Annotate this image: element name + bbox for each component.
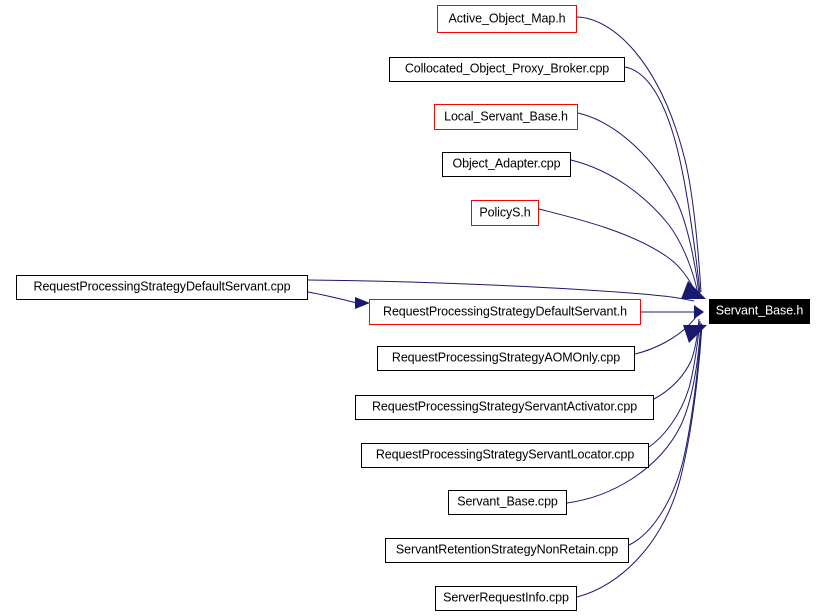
- graph-node-label: Active_Object_Map.h: [448, 11, 566, 26]
- graph-node-server-request-info-cpp[interactable]: ServerRequestInfo.cpp: [435, 586, 577, 611]
- graph-node-label: Servant_Base.cpp: [457, 494, 558, 509]
- graph-node-servant-base-h: Servant_Base.h: [709, 299, 810, 324]
- graph-node-label: RequestProcessingStrategyAOMOnly.cpp: [391, 350, 621, 365]
- graph-edge: [570, 159, 699, 295]
- graph-edge: [628, 323, 703, 546]
- graph-node-collocated-object-proxy-broker-cpp[interactable]: Collocated_Object_Proxy_Broker.cpp: [389, 57, 625, 82]
- graph-edge: [577, 112, 700, 294]
- graph-node-label: RequestProcessingStrategyDefaultServant.…: [33, 279, 291, 294]
- graph-node-label: ServantRetentionStrategyNonRetain.cpp: [395, 542, 619, 557]
- graph-node-label: RequestProcessingStrategyServantLocator.…: [375, 447, 635, 462]
- graph-node-label: Object_Adapter.cpp: [452, 156, 561, 171]
- graph-node-label: PolicyS.h: [479, 205, 531, 220]
- graph-node-active-object-map-h[interactable]: Active_Object_Map.h: [437, 5, 577, 33]
- edge-arrowhead: [683, 325, 707, 343]
- edge-arrowhead: [681, 281, 706, 299]
- graph-node-label: Local_Servant_Base.h: [444, 109, 568, 124]
- graph-node-label: RequestProcessingStrategyDefaultServant.…: [383, 304, 627, 319]
- edge-arrowhead: [355, 297, 370, 309]
- graph-node-servant-base-cpp[interactable]: Servant_Base.cpp: [448, 490, 567, 515]
- include-dependency-graph: Active_Object_Map.h Collocated_Object_Pro…: [0, 0, 827, 616]
- graph-node-local-servant-base-h[interactable]: Local_Servant_Base.h: [434, 104, 578, 130]
- graph-edge: [307, 279, 695, 302]
- graph-node-policys-h[interactable]: PolicyS.h: [471, 200, 539, 226]
- edge-arrowhead: [694, 305, 704, 319]
- graph-node-label: Servant_Base.h: [715, 303, 804, 318]
- graph-node-request-processing-strategy-default-servant-cpp[interactable]: RequestProcessingStrategyDefaultServant.…: [16, 275, 308, 300]
- graph-node-label: RequestProcessingStrategyServantActivato…: [371, 399, 638, 414]
- graph-node-request-processing-strategy-servant-locator-cpp[interactable]: RequestProcessingStrategyServantLocator.…: [361, 443, 649, 468]
- graph-node-servant-retention-strategy-non-retain-cpp[interactable]: ServantRetentionStrategyNonRetain.cpp: [385, 538, 629, 563]
- graph-node-request-processing-strategy-default-servant-h[interactable]: RequestProcessingStrategyDefaultServant.…: [369, 299, 641, 325]
- graph-node-label: ServerRequestInfo.cpp: [443, 590, 569, 605]
- graph-node-object-adapter-cpp[interactable]: Object_Adapter.cpp: [442, 152, 571, 177]
- graph-node-label: Collocated_Object_Proxy_Broker.cpp: [404, 61, 610, 76]
- graph-edge: [538, 208, 698, 296]
- graph-edge: [307, 291, 358, 304]
- graph-node-request-processing-strategy-servant-activator-cpp[interactable]: RequestProcessingStrategyServantActivato…: [355, 395, 654, 420]
- graph-node-request-processing-strategy-aomonly-cpp[interactable]: RequestProcessingStrategyAOMOnly.cpp: [377, 346, 635, 371]
